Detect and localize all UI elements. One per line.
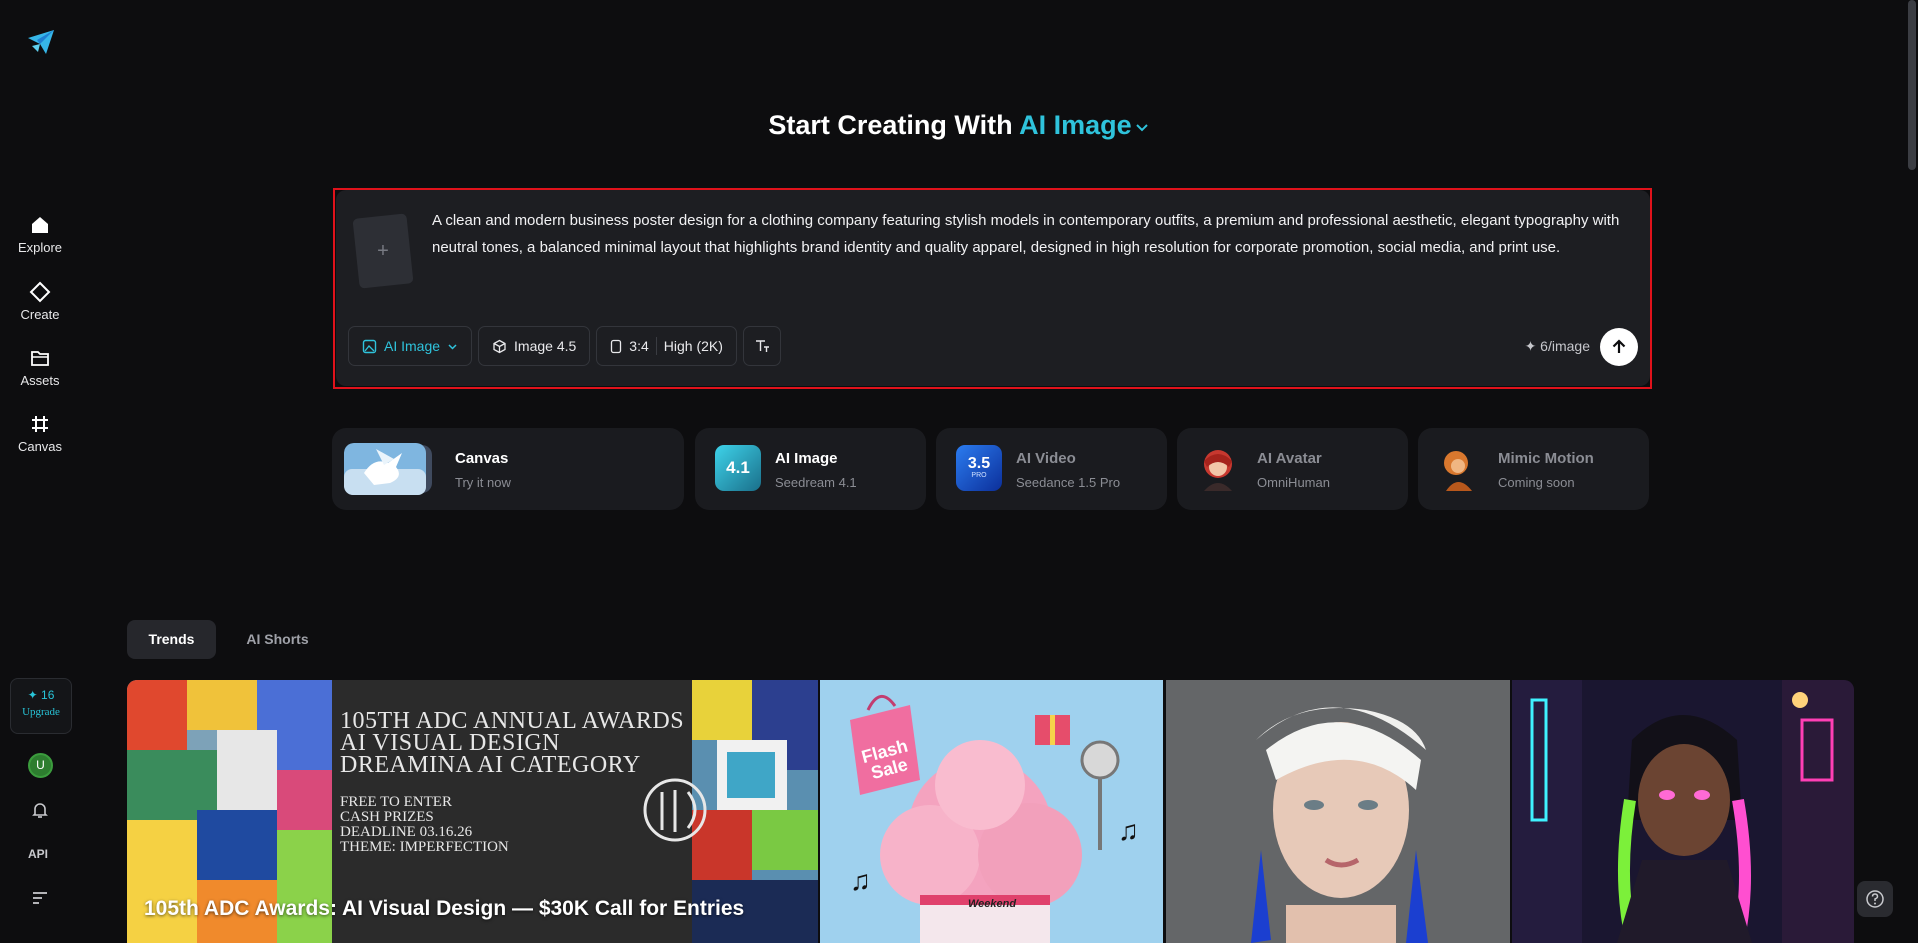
model-card-ai-image[interactable]: 4.1 AI Image Seedream 4.1 (695, 428, 926, 510)
svg-text:♫: ♫ (1118, 815, 1139, 846)
poster-detail-line: THEME: IMPERFECTION (340, 839, 509, 855)
credits-count: ✦ 16 (27, 688, 55, 702)
pegasus-thumbnail (344, 443, 432, 495)
model-card-mimic-motion[interactable]: Mimic Motion Coming soon (1418, 428, 1649, 510)
model-card-title: Mimic Motion (1498, 450, 1594, 467)
model-card-ai-video[interactable]: 3.5 PRO AI Video Seedance 1.5 Pro (936, 428, 1167, 510)
app-logo-icon[interactable] (26, 28, 56, 56)
arrow-up-icon (1612, 339, 1626, 353)
mode-dropdown-label: AI Image (384, 338, 441, 354)
sidebar-item-explore[interactable]: Explore (0, 214, 80, 255)
neon-girl-image (1512, 680, 1854, 943)
poster-details: FREE TO ENTER CASH PRIZES DEADLINE 03.16… (340, 795, 509, 855)
prompt-input[interactable]: A clean and modern business poster desig… (432, 208, 1622, 261)
model-dropdown-label: Image 4.5 (514, 338, 577, 354)
model-card-canvas[interactable]: Canvas Try it now (332, 428, 684, 510)
cube-icon (493, 339, 506, 353)
poster-detail-line: FREE TO ENTER (340, 794, 452, 810)
add-reference-button[interactable]: + (352, 213, 414, 289)
diamond-icon (29, 281, 51, 303)
sidebar-item-create[interactable]: Create (0, 281, 80, 322)
upgrade-button[interactable]: ✦ 16 Upgrade (10, 678, 72, 734)
tab-ai-shorts[interactable]: AI Shorts (230, 620, 325, 659)
model-dropdown[interactable]: Image 4.5 (478, 326, 591, 366)
app-root: Explore Create Assets Canvas ✦ 16 Upgrad… (0, 0, 1918, 943)
image-icon (362, 339, 377, 353)
avatar[interactable]: U (28, 753, 53, 778)
model-card-title: AI Video (1016, 450, 1076, 467)
model-card-subtitle: Seedream 4.1 (775, 475, 857, 490)
sidebar-item-label: Create (20, 307, 60, 322)
api-link[interactable]: API (28, 847, 48, 861)
model-card-ai-avatar[interactable]: AI Avatar OmniHuman (1177, 428, 1408, 510)
gallery-card-neon-girl[interactable] (1512, 680, 1854, 943)
bell-icon[interactable] (30, 800, 50, 820)
poster-line: 105TH ADC ANNUAL AWARDS (340, 708, 685, 734)
toolbar-divider (655, 337, 657, 355)
model-card-subtitle: Try it now (455, 475, 511, 490)
model-card-subtitle: Seedance 1.5 Pro (1016, 475, 1121, 490)
scrollbar[interactable] (1908, 0, 1916, 170)
generate-button[interactable] (1600, 328, 1638, 366)
frame-icon (32, 416, 48, 432)
plus-icon: + (377, 240, 389, 262)
sidebar-item-canvas[interactable]: Canvas (0, 413, 80, 454)
mimic-character-thumbnail (1444, 451, 1472, 491)
seedance-logo-icon: 3.5 PRO (956, 445, 1002, 491)
poster-line: DREAMINA AI CATEGORY (340, 752, 641, 778)
help-button[interactable] (1857, 881, 1893, 917)
gallery-card-portrait[interactable] (1166, 680, 1510, 943)
model-card-title: AI Image (775, 450, 838, 467)
gallery-caption: 105th ADC Awards: AI Visual Design — $30… (144, 897, 745, 920)
gallery-card-flash-sale[interactable]: ♫ ♫ Flash Sale Weekend (820, 680, 1163, 943)
prompt-toolbar: AI Image Image 4.5 3:4 High (2K) (348, 326, 781, 366)
poster-line: AI VISUAL DESIGN (340, 730, 560, 756)
sidebar-item-assets[interactable]: Assets (0, 347, 80, 388)
sidebar: Explore Create Assets Canvas ✦ 16 Upgrad… (0, 0, 80, 943)
home-icon (32, 217, 48, 233)
seedance-badge: 3.5 (967, 455, 991, 472)
mode-selector[interactable]: AI Image (1019, 110, 1150, 140)
chevron-down-icon (1135, 124, 1148, 132)
svg-text:♫: ♫ (850, 865, 871, 896)
text-style-button[interactable] (742, 326, 781, 366)
sidebar-item-label: Explore (17, 240, 63, 255)
seedream-logo-icon: 4.1 (715, 445, 761, 491)
cost-per-image: ✦ 6/image (1524, 338, 1590, 354)
model-card-title: Canvas (455, 450, 509, 467)
portrait-image (1166, 680, 1510, 943)
page-title: Start Creating With AI Image (0, 110, 1918, 141)
gallery-card-adc-awards[interactable]: 105TH ADC ANNUAL AWARDS AI VISUAL DESIGN… (127, 680, 818, 943)
seedream-badge: 4.1 (726, 458, 750, 477)
model-card-subtitle: Coming soon (1498, 475, 1575, 490)
quality-label: High (2K) (663, 338, 723, 354)
poster-headline: 105TH ADC ANNUAL AWARDS AI VISUAL DESIGN… (340, 708, 685, 778)
tab-trends[interactable]: Trends (127, 620, 216, 659)
mode-selector-label: AI Image (1019, 110, 1132, 140)
sidebar-item-label: Assets (20, 373, 60, 388)
upgrade-label: Upgrade (22, 706, 60, 718)
seedance-badge-sub: PRO (971, 472, 987, 479)
poster-detail-line: CASH PRIZES (340, 809, 434, 825)
ratio-label: 3:4 (629, 338, 649, 354)
model-card-subtitle: OmniHuman (1257, 475, 1330, 490)
mode-dropdown[interactable]: AI Image (348, 326, 473, 366)
page-title-prefix: Start Creating With (768, 110, 1013, 140)
avatar-character-thumbnail (1204, 450, 1232, 491)
help-icon (1866, 890, 1884, 908)
menu-icon[interactable] (31, 890, 49, 906)
aspect-ratio-icon (611, 339, 622, 353)
prompt-panel: + A clean and modern business poster des… (336, 190, 1650, 386)
weekend-label: Weekend (968, 898, 1017, 910)
folder-icon (31, 351, 49, 366)
ratio-quality-dropdown[interactable]: 3:4 High (2K) (596, 326, 737, 366)
model-card-title: AI Avatar (1257, 450, 1322, 467)
poster-detail-line: DEADLINE 03.16.26 (340, 824, 473, 840)
text-format-icon (755, 340, 769, 352)
chevron-down-icon (448, 343, 457, 350)
sidebar-item-label: Canvas (17, 439, 63, 454)
